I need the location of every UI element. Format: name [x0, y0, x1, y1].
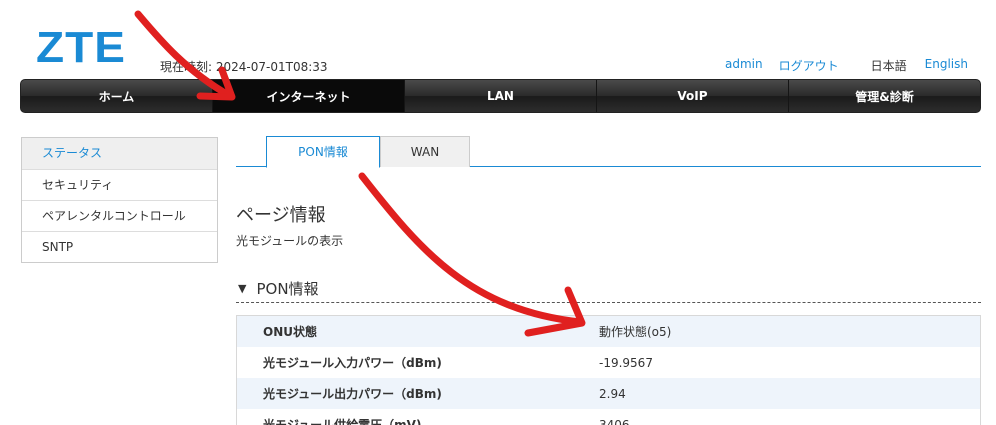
section-title: PON情報 [256, 280, 319, 298]
row-label: 光モジュール入力パワー（dBm) [263, 356, 442, 370]
tab-wan[interactable]: WAN [380, 136, 470, 167]
current-time: 現在時刻: 2024-07-01T08:33 [160, 58, 328, 75]
zte-logo: ZTE [36, 22, 126, 72]
nav-lan[interactable]: LAN [405, 80, 597, 112]
nav-management[interactable]: 管理&診断 [789, 80, 980, 112]
nav-home[interactable]: ホーム [21, 80, 213, 112]
collapse-triangle-icon[interactable]: ▼ [238, 282, 246, 295]
row-value: 3406 [599, 417, 630, 425]
clock-label: 現在時刻: [160, 60, 213, 74]
row-value: 動作状態(o5) [599, 325, 672, 339]
row-value: -19.9567 [599, 355, 653, 370]
top-right-links: admin ログアウト 日本語 English [725, 57, 968, 74]
table-row: 光モジュール供給電圧（mV) 3406 [237, 409, 980, 425]
table-row: ONU状態 動作状態(o5) [237, 316, 980, 347]
page-title: ページ情報 [236, 205, 326, 226]
sidebar-item-parental-control[interactable]: ペアレンタルコントロール [22, 200, 217, 231]
row-label: 光モジュール供給電圧（mV) [263, 418, 422, 425]
row-value: 2.94 [599, 386, 626, 401]
clock-value: 2024-07-01T08:33 [215, 60, 328, 74]
sidebar: ステータス セキュリティ ペアレンタルコントロール SNTP [21, 137, 218, 263]
row-label: 光モジュール出力パワー（dBm) [263, 387, 442, 401]
sidebar-item-sntp[interactable]: SNTP [22, 231, 217, 262]
pon-info-table: ONU状態 動作状態(o5) 光モジュール入力パワー（dBm) -19.9567… [236, 315, 981, 425]
row-label: ONU状態 [263, 325, 317, 339]
table-row: 光モジュール出力パワー（dBm) 2.94 [237, 378, 980, 409]
admin-link[interactable]: admin [725, 57, 763, 74]
nav-internet[interactable]: インターネット [213, 80, 405, 112]
table-row: 光モジュール入力パワー（dBm) -19.9567 [237, 347, 980, 378]
lang-japanese[interactable]: 日本語 [871, 57, 907, 74]
tab-bar: PON情報 WAN [236, 136, 981, 168]
nav-voip[interactable]: VoIP [597, 80, 789, 112]
lang-english[interactable]: English [925, 57, 968, 74]
main-nav: ホーム インターネット LAN VoIP 管理&診断 [20, 79, 981, 113]
section-header-pon[interactable]: ▼ PON情報 [236, 275, 981, 303]
page-description: 光モジュールの表示 [236, 234, 344, 248]
sidebar-item-security[interactable]: セキュリティ [22, 169, 217, 200]
logout-link[interactable]: ログアウト [779, 57, 839, 74]
tab-pon-info[interactable]: PON情報 [266, 136, 380, 168]
sidebar-item-status[interactable]: ステータス [22, 138, 217, 169]
